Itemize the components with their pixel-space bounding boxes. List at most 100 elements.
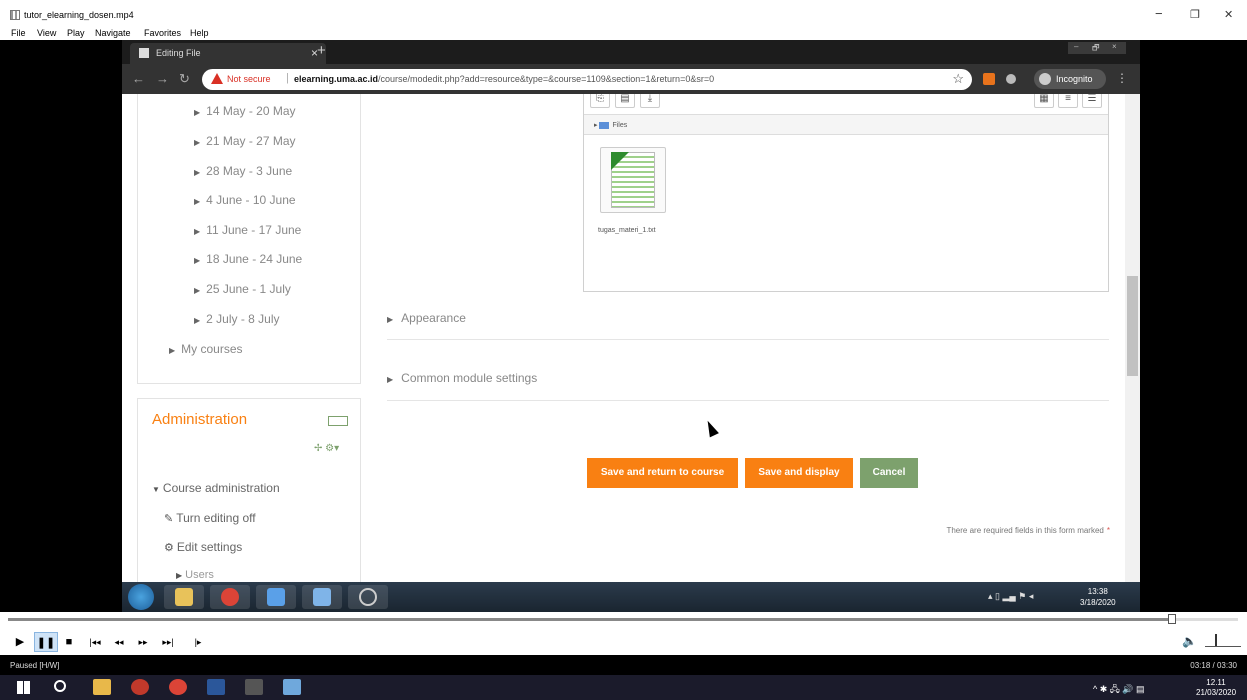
seek-bar[interactable] <box>0 612 1247 630</box>
close-button[interactable]: ✕ <box>1224 8 1233 21</box>
week-item[interactable]: ▶ 25 June - 1 July <box>194 282 291 296</box>
week-label: 25 June - 1 July <box>206 282 291 296</box>
previous-button[interactable]: |◂◂ <box>87 632 103 652</box>
save-and-return-button[interactable]: Save and return to course <box>587 458 738 488</box>
player-title: tutor_elearning_dosen.mp4 <box>24 10 134 20</box>
my-courses-label: My courses <box>181 342 243 356</box>
app-icon[interactable] <box>131 679 149 695</box>
host-system-tray[interactable]: ^ ✱ 🖧 🔊 ▤ <box>1093 682 1145 698</box>
rewind-button[interactable]: ◂◂ <box>111 632 127 652</box>
browser-minimize-icon[interactable]: – <box>1074 42 1078 51</box>
menu-view[interactable]: View <box>37 28 56 38</box>
windows-logo-icon[interactable] <box>17 681 30 694</box>
appearance-section[interactable]: ▶ Appearance <box>387 311 466 325</box>
warning-icon <box>211 73 223 84</box>
block-actions-icon[interactable]: ✢ ⚙▾ <box>314 443 339 454</box>
volume-icon[interactable]: 🔈 <box>1182 634 1197 648</box>
file-thumbnail[interactable] <box>600 147 666 213</box>
download-icon[interactable]: ⤓ <box>640 94 660 108</box>
app-taskbar-button[interactable] <box>302 585 342 609</box>
icon-view-icon[interactable]: ▦ <box>1034 94 1054 108</box>
video-area[interactable]: Editing File × + – 🗗 × ← → ↻ Not secure … <box>0 40 1247 612</box>
reload-icon[interactable]: ↻ <box>179 71 190 87</box>
not-secure-label[interactable]: Not secure <box>227 74 271 84</box>
users-item[interactable]: ▶ Users <box>176 569 214 581</box>
star-icon[interactable]: ☆ <box>952 71 964 87</box>
url-input[interactable]: Not secure | elearning.uma.ac.id/course/… <box>202 69 972 90</box>
back-icon[interactable]: ← <box>132 71 145 86</box>
menu-help[interactable]: Help <box>190 28 209 38</box>
explorer-taskbar-button[interactable] <box>164 585 204 609</box>
browser-menu-icon[interactable]: ⋮ <box>1116 71 1128 85</box>
next-button[interactable]: ▸▸| <box>159 632 177 652</box>
frame-step-button[interactable]: |▸ <box>190 632 206 652</box>
app-icon <box>267 588 285 606</box>
save-and-display-button[interactable]: Save and display <box>745 458 853 488</box>
file-name[interactable]: tugas_materi_1.txt <box>598 227 656 234</box>
week-item[interactable]: ▶ 18 June - 24 June <box>194 252 302 266</box>
week-item[interactable]: ▶ 21 May - 27 May <box>194 134 296 148</box>
fast-forward-button[interactable]: ▸▸ <box>135 632 151 652</box>
create-folder-icon[interactable]: ▤ <box>615 94 635 108</box>
incognito-badge[interactable]: Incognito <box>1034 69 1106 89</box>
chrome-icon <box>221 588 239 606</box>
app-taskbar-button[interactable] <box>348 585 388 609</box>
menu-play[interactable]: Play <box>67 28 85 38</box>
new-tab-button[interactable]: + <box>317 42 326 59</box>
chrome-taskbar-button[interactable] <box>210 585 250 609</box>
common-module-settings-section[interactable]: ▶ Common module settings <box>387 371 537 385</box>
path-item[interactable]: ▸ Files <box>594 121 627 129</box>
host-taskbar: ^ ✱ 🖧 🔊 ▤ 12.11 21/03/2020 <box>0 675 1247 700</box>
week-item[interactable]: ▶ 14 May - 20 May <box>194 104 296 118</box>
edit-settings-link[interactable]: ⚙ Edit settings <box>164 540 242 554</box>
browser-close-icon[interactable]: × <box>1112 42 1117 51</box>
volume-slider[interactable] <box>1205 634 1241 648</box>
url-text: elearning.uma.ac.id/course/modedit.php?a… <box>294 74 714 84</box>
seek-track[interactable] <box>8 618 1238 621</box>
pause-button[interactable]: ❚❚ <box>34 632 58 652</box>
search-icon[interactable] <box>54 680 66 692</box>
play-button[interactable]: ▶ <box>12 632 28 652</box>
menu-navigate[interactable]: Navigate <box>95 28 131 38</box>
scroll-thumb[interactable] <box>1127 276 1138 376</box>
week-item[interactable]: ▶ 28 May - 3 June <box>194 164 292 178</box>
media-player-icon[interactable] <box>245 679 263 695</box>
week-item[interactable]: ▶ 2 July - 8 July <box>194 312 280 326</box>
chrome-icon[interactable] <box>169 679 187 695</box>
week-item[interactable]: ▶ 4 June - 10 June <box>194 193 296 207</box>
menu-favorites[interactable]: Favorites <box>144 28 181 38</box>
file-explorer-icon[interactable] <box>93 679 111 695</box>
restore-button[interactable]: ❐ <box>1190 8 1200 21</box>
extension-circle-icon[interactable] <box>1006 74 1016 84</box>
extension-icon[interactable] <box>983 73 995 85</box>
administration-title: Administration <box>152 411 248 428</box>
app-taskbar-button[interactable] <box>256 585 296 609</box>
player-title-bar: tutor_elearning_dosen.mp4 − ❐ ✕ <box>0 0 1247 26</box>
page-scrollbar[interactable] <box>1125 94 1140 582</box>
volume-knob[interactable] <box>1215 634 1217 646</box>
app-icon[interactable] <box>283 679 301 695</box>
week-item[interactable]: ▶ 11 June - 17 June <box>194 223 301 237</box>
browser-restore-icon[interactable]: 🗗 <box>1092 42 1100 56</box>
file-manager: ⎘ ▤ ⤓ ▦ ≡ ☰ ▸ Files tugas_materi_1.txt <box>583 94 1109 292</box>
cancel-button[interactable]: Cancel <box>860 458 918 488</box>
seek-handle[interactable] <box>1168 614 1176 624</box>
browser-tab[interactable]: Editing File × <box>130 43 326 64</box>
turn-editing-off-link[interactable]: ✎ Turn editing off <box>164 511 256 525</box>
tree-view-icon[interactable]: ☰ <box>1082 94 1102 108</box>
dock-icon[interactable] <box>328 416 348 426</box>
course-administration-item[interactable]: ▼ Course administration <box>152 481 280 495</box>
list-view-icon[interactable]: ≡ <box>1058 94 1078 108</box>
my-courses-item[interactable]: ▶ My courses <box>169 342 243 356</box>
windows-start-icon[interactable] <box>128 584 154 610</box>
minimize-button[interactable]: − <box>1155 6 1163 21</box>
host-clock[interactable]: 12.11 21/03/2020 <box>1196 678 1236 698</box>
playback-time: 03:18 / 03:30 <box>1190 661 1237 670</box>
menu-file[interactable]: File <box>11 28 26 38</box>
expand-arrow-icon: ▶ <box>194 227 201 236</box>
system-tray[interactable]: ▴ ▯ ▂▄ ⚑ ◂ <box>988 591 1033 602</box>
word-icon[interactable] <box>207 679 225 695</box>
add-file-icon[interactable]: ⎘ <box>590 94 610 108</box>
forward-icon[interactable]: → <box>156 71 169 86</box>
stop-button[interactable]: ■ <box>62 632 76 652</box>
